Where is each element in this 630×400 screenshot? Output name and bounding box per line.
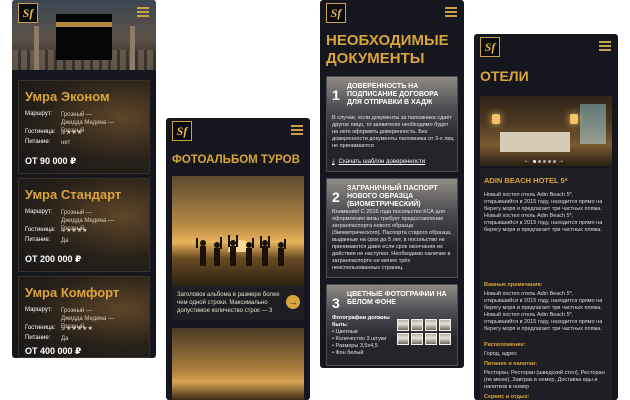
screen-tours: Sf Умра Эконом Маршрут: Грозный — Джидда … <box>12 0 156 358</box>
silhouettes-image <box>196 235 286 266</box>
food-label: Питание и напитки: <box>484 361 538 367</box>
topbar: Sf <box>12 0 156 26</box>
lamp-shape <box>492 114 500 124</box>
tour-food: Питание: нет <box>25 139 71 146</box>
screen-photo-album: Sf Фотоальбом туров Заголовок альбома в … <box>166 118 310 400</box>
gallery-nav: ← → <box>524 158 564 164</box>
arrow-right-icon[interactable]: → <box>558 158 564 164</box>
hero-minaret <box>34 26 39 70</box>
tour-food: Питание: Да <box>25 237 69 244</box>
tour-card[interactable]: Умра Эконом Маршрут: Грозный — Джидда Мед… <box>18 80 150 174</box>
document-card: 3 Цветные фотографии на белом фоне Фотог… <box>326 284 458 366</box>
location-value: Город, адрес <box>484 351 518 357</box>
lamp-shape <box>570 114 578 124</box>
tour-hotel: Гостиница: 3 ★★★ <box>25 129 83 136</box>
tour-title: Умра Эконом <box>25 89 110 104</box>
tour-price: ОТ 200 000 ₽ <box>25 254 82 264</box>
album-caption: Заголовок альбома в размере более чем од… <box>172 286 304 320</box>
album-next-button[interactable]: → <box>286 295 300 309</box>
page-title: Необходимые документы <box>326 32 449 67</box>
album-photo[interactable] <box>172 328 304 400</box>
hotel-photo[interactable] <box>480 96 612 166</box>
download-icon: ⤓ <box>332 159 335 165</box>
document-number: 3 <box>332 295 340 311</box>
document-body: Внимание! С 2016 года посольство КСА для… <box>332 209 452 271</box>
hotel-name: Adin Beach Hotel 5* <box>484 176 568 185</box>
services-label: Сервис и отдых: <box>484 394 530 400</box>
hero-minaret <box>130 26 135 70</box>
arrow-left-icon[interactable]: ← <box>524 158 530 164</box>
page-title: Отели <box>480 68 529 84</box>
menu-icon[interactable] <box>599 41 611 51</box>
food-value: Ресторан, Ресторан (шведский стол), Рест… <box>484 370 605 390</box>
menu-icon[interactable] <box>137 7 149 17</box>
topbar: Sf <box>166 118 310 144</box>
topbar: Sf <box>320 0 464 26</box>
page-title: Фотоальбом туров <box>172 154 300 166</box>
logo[interactable]: Sf <box>172 121 192 141</box>
document-title: Доверенность на подписание договора для … <box>347 83 439 106</box>
logo[interactable]: Sf <box>480 37 500 57</box>
document-number: 2 <box>332 189 340 205</box>
hotel-description: Новый хостел отель Adin Beach 5*, открыв… <box>484 192 603 233</box>
document-body: В случае, если документы за паломника сд… <box>332 115 454 149</box>
passport-photos-image <box>397 319 451 345</box>
tour-hotel: Гостиница: 4 ★★★★ <box>25 227 88 234</box>
album-photo[interactable] <box>172 176 304 286</box>
location-label: Расположение: <box>484 342 526 348</box>
photo-requirements-list: Фотографии должны быть: • Цветные • Коли… <box>332 315 390 356</box>
logo[interactable]: Sf <box>326 3 346 23</box>
tour-title: Умра Комфорт <box>25 285 120 300</box>
hotel-notes: Новый хостел отель Adin Beach 5*, открыв… <box>484 291 603 332</box>
window-shape <box>580 104 606 144</box>
menu-icon[interactable] <box>291 125 303 135</box>
tour-food: Питание: Да <box>25 335 69 342</box>
topbar: Sf <box>474 34 618 60</box>
arrow-right-icon: → <box>288 297 298 307</box>
menu-icon[interactable] <box>445 7 457 17</box>
tour-card[interactable]: Умра Комфорт Маршрут: Грозный — Джидда Ме… <box>18 276 150 358</box>
gallery-dots <box>532 159 556 163</box>
tour-title: Умра Стандарт <box>25 187 122 202</box>
tour-price: ОТ 90 000 ₽ <box>25 156 77 166</box>
screen-documents: Sf Необходимые документы 1 Доверенность … <box>320 0 464 368</box>
document-card: 1 Доверенность на подписание договора дл… <box>326 76 458 172</box>
document-title: Цветные фотографии на белом фоне <box>347 291 447 306</box>
document-card: 2 Заграничный паспорт нового образца (би… <box>326 178 458 278</box>
document-number: 1 <box>332 87 340 103</box>
screen-hotels: Sf Отели ← → Adin Beach Hotel 5* Новый х… <box>474 34 618 400</box>
download-template-link[interactable]: ⤓ Скачать шаблон доверенности <box>332 159 425 166</box>
tour-hotel: Гостиница: 5 ★★★★★ <box>25 325 93 332</box>
logo[interactable]: Sf <box>18 3 38 23</box>
notes-label: Важные примечания: <box>484 282 543 288</box>
tour-card[interactable]: Умра Стандарт Маршрут: Грозный — Джидда М… <box>18 178 150 272</box>
tour-price: ОТ 400 000 ₽ <box>25 346 82 356</box>
document-title: Заграничный паспорт нового образца (биом… <box>347 185 438 208</box>
bed-shape <box>500 132 570 152</box>
